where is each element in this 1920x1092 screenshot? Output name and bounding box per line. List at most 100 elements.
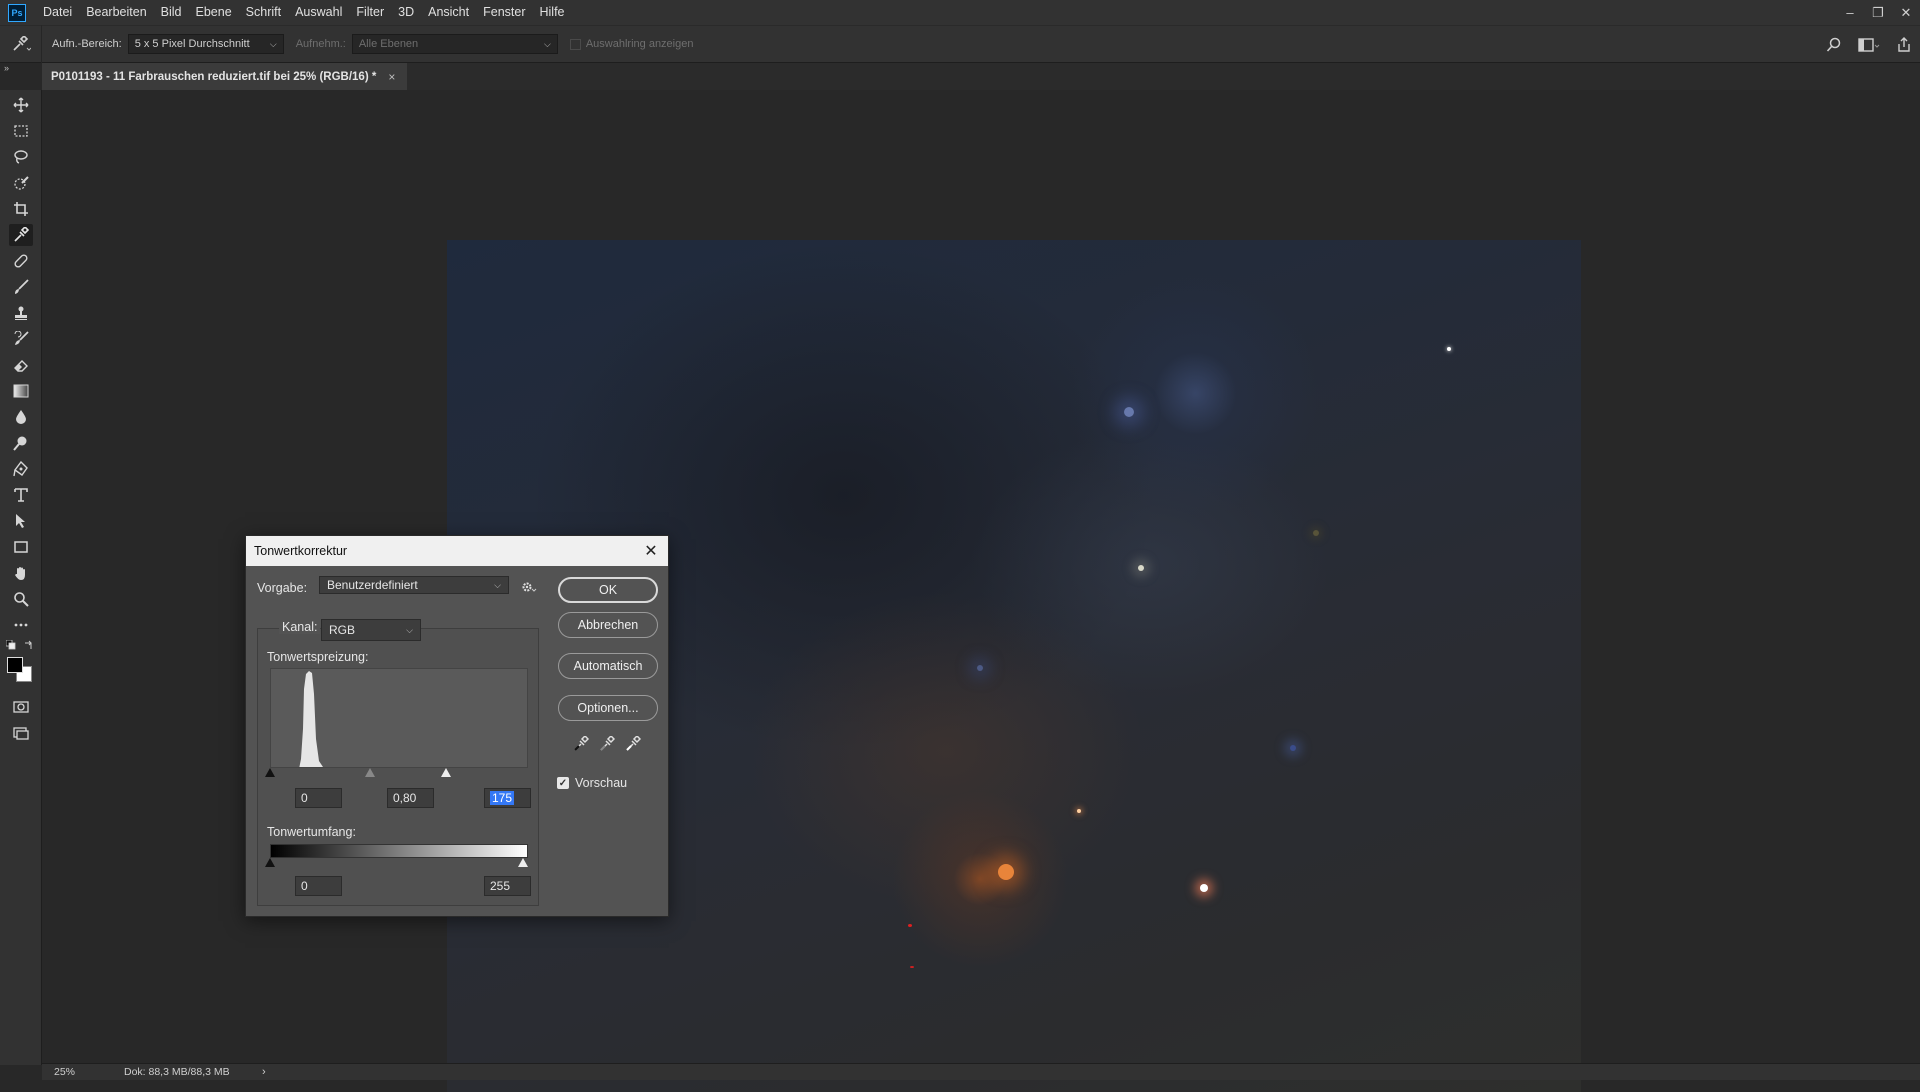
quick-mask-button[interactable] <box>9 696 33 718</box>
checkbox-box <box>569 38 581 50</box>
menu-fenster[interactable]: Fenster <box>476 0 532 25</box>
preview-checkbox[interactable]: ✓ Vorschau <box>557 776 627 790</box>
input-gamma-value: 0,80 <box>393 791 417 805</box>
cancel-button[interactable]: Abbrechen <box>558 612 658 638</box>
type-tool[interactable] <box>9 484 33 506</box>
sample-size-select[interactable]: 5 x 5 Pixel Durchschnitt ⌵ <box>127 34 284 54</box>
output-levels-label: Tonwertumfang: <box>267 825 356 839</box>
menu-ansicht[interactable]: Ansicht <box>421 0 476 25</box>
menu-bearbeiten[interactable]: Bearbeiten <box>79 0 153 25</box>
menu-ebene[interactable]: Ebene <box>189 0 239 25</box>
more-tools[interactable] <box>9 614 33 636</box>
color-swatches[interactable] <box>6 656 36 686</box>
channel-select[interactable]: RGB ⌵ <box>321 619 421 641</box>
rectangle-icon <box>14 541 28 553</box>
eraser-tool[interactable] <box>9 354 33 376</box>
options-button[interactable]: Optionen... <box>558 695 658 721</box>
close-window-icon[interactable]: ✕ <box>1892 0 1920 25</box>
gradient-icon <box>13 384 29 398</box>
menu-auswahl[interactable]: Auswahl <box>288 0 349 25</box>
lasso-tool[interactable] <box>9 146 33 168</box>
menu-3d[interactable]: 3D <box>391 0 421 25</box>
blur-tool[interactable] <box>9 406 33 428</box>
zoom-level[interactable]: 25% <box>42 1066 112 1078</box>
tool-preset-picker[interactable] <box>0 25 42 63</box>
show-sampling-ring-label: Auswahlring anzeigen <box>585 38 694 50</box>
history-brush-tool[interactable] <box>9 328 33 350</box>
dialog-titlebar[interactable]: Tonwertkorrektur ✕ <box>246 536 668 566</box>
foreground-color-swatch[interactable] <box>7 657 23 673</box>
rectangle-tool[interactable] <box>9 536 33 558</box>
screen-mode-button[interactable] <box>9 722 33 744</box>
restore-icon[interactable]: ❐ <box>1864 0 1892 25</box>
hand-tool[interactable] <box>9 562 33 584</box>
input-white-field[interactable]: 175 <box>484 788 531 808</box>
workspace-icon[interactable] <box>1858 37 1880 53</box>
options-bar: Aufn.-Bereich: 5 x 5 Pixel Durchschnitt ⌵… <box>0 25 1920 63</box>
input-levels-slider[interactable] <box>265 768 528 780</box>
sample-select[interactable]: Alle Ebenen ⌵ <box>351 34 558 54</box>
eyedropper-tool[interactable] <box>9 224 33 246</box>
menu-datei[interactable]: Datei <box>36 0 79 25</box>
output-levels-slider[interactable] <box>265 858 528 870</box>
document-tab[interactable]: P0101193 - 11 Farbrauschen reduziert.tif… <box>42 63 408 90</box>
gradient-tool[interactable] <box>9 380 33 402</box>
pen-tool[interactable] <box>9 458 33 480</box>
close-icon[interactable]: ✕ <box>642 542 660 560</box>
white-point-eyedropper-icon[interactable] <box>625 736 641 752</box>
sample-value: Alle Ebenen <box>358 38 419 50</box>
ok-button[interactable]: OK <box>558 577 658 603</box>
healing-brush-tool[interactable] <box>9 250 33 272</box>
input-white-handle[interactable] <box>441 768 451 777</box>
input-gamma-field[interactable]: 0,80 <box>387 788 434 808</box>
output-black-field[interactable]: 0 <box>295 876 342 896</box>
default-colors-icon <box>6 640 16 650</box>
window-controls: – ❐ ✕ <box>1836 0 1920 25</box>
preset-value: Benutzerdefiniert <box>327 578 418 592</box>
auto-button[interactable]: Automatisch <box>558 653 658 679</box>
close-tab-icon[interactable]: × <box>388 70 395 84</box>
type-icon <box>14 488 28 502</box>
preset-select[interactable]: Benutzerdefiniert ⌵ <box>319 576 509 594</box>
eyedropper-group <box>573 736 641 752</box>
stamp-icon <box>15 306 27 320</box>
marquee-tool[interactable] <box>9 120 33 142</box>
path-selection-tool[interactable] <box>9 510 33 532</box>
zoom-icon <box>14 592 29 607</box>
share-icon[interactable] <box>1896 37 1912 53</box>
clone-stamp-tool[interactable] <box>9 302 33 324</box>
dodge-tool[interactable] <box>9 432 33 454</box>
show-sampling-ring-checkbox[interactable]: Auswahlring anzeigen <box>569 38 694 50</box>
gear-icon[interactable] <box>521 580 537 594</box>
output-white-field[interactable]: 255 <box>484 876 531 896</box>
zoom-tool[interactable] <box>9 588 33 610</box>
output-white-handle[interactable] <box>518 858 528 867</box>
input-black-field[interactable]: 0 <box>295 788 342 808</box>
color-swap-controls[interactable] <box>4 640 38 650</box>
panel-collapse-icon[interactable]: » <box>0 63 42 75</box>
menu-bild[interactable]: Bild <box>154 0 189 25</box>
black-point-eyedropper-icon[interactable] <box>573 736 589 752</box>
star <box>998 864 1014 880</box>
brush-tool[interactable] <box>9 276 33 298</box>
menu-hilfe[interactable]: Hilfe <box>533 0 572 25</box>
status-menu-arrow-icon[interactable]: › <box>262 1066 266 1078</box>
output-black-handle[interactable] <box>265 858 275 867</box>
quick-selection-tool[interactable] <box>9 172 33 194</box>
output-black-value: 0 <box>301 879 308 893</box>
chevron-down-icon: ⌵ <box>494 579 501 590</box>
star <box>1200 884 1208 892</box>
input-gamma-handle[interactable] <box>365 768 375 777</box>
minimize-icon[interactable]: – <box>1836 0 1864 25</box>
move-tool[interactable] <box>9 94 33 116</box>
crop-tool[interactable] <box>9 198 33 220</box>
menu-schrift[interactable]: Schrift <box>239 0 288 25</box>
search-icon[interactable] <box>1826 37 1842 53</box>
output-white-value: 255 <box>490 879 511 893</box>
star <box>1313 530 1319 536</box>
gray-point-eyedropper-icon[interactable] <box>599 736 615 752</box>
input-black-handle[interactable] <box>265 768 275 777</box>
preview-label: Vorschau <box>575 776 628 790</box>
chevron-down-icon: ⌵ <box>406 624 413 635</box>
menu-filter[interactable]: Filter <box>349 0 391 25</box>
